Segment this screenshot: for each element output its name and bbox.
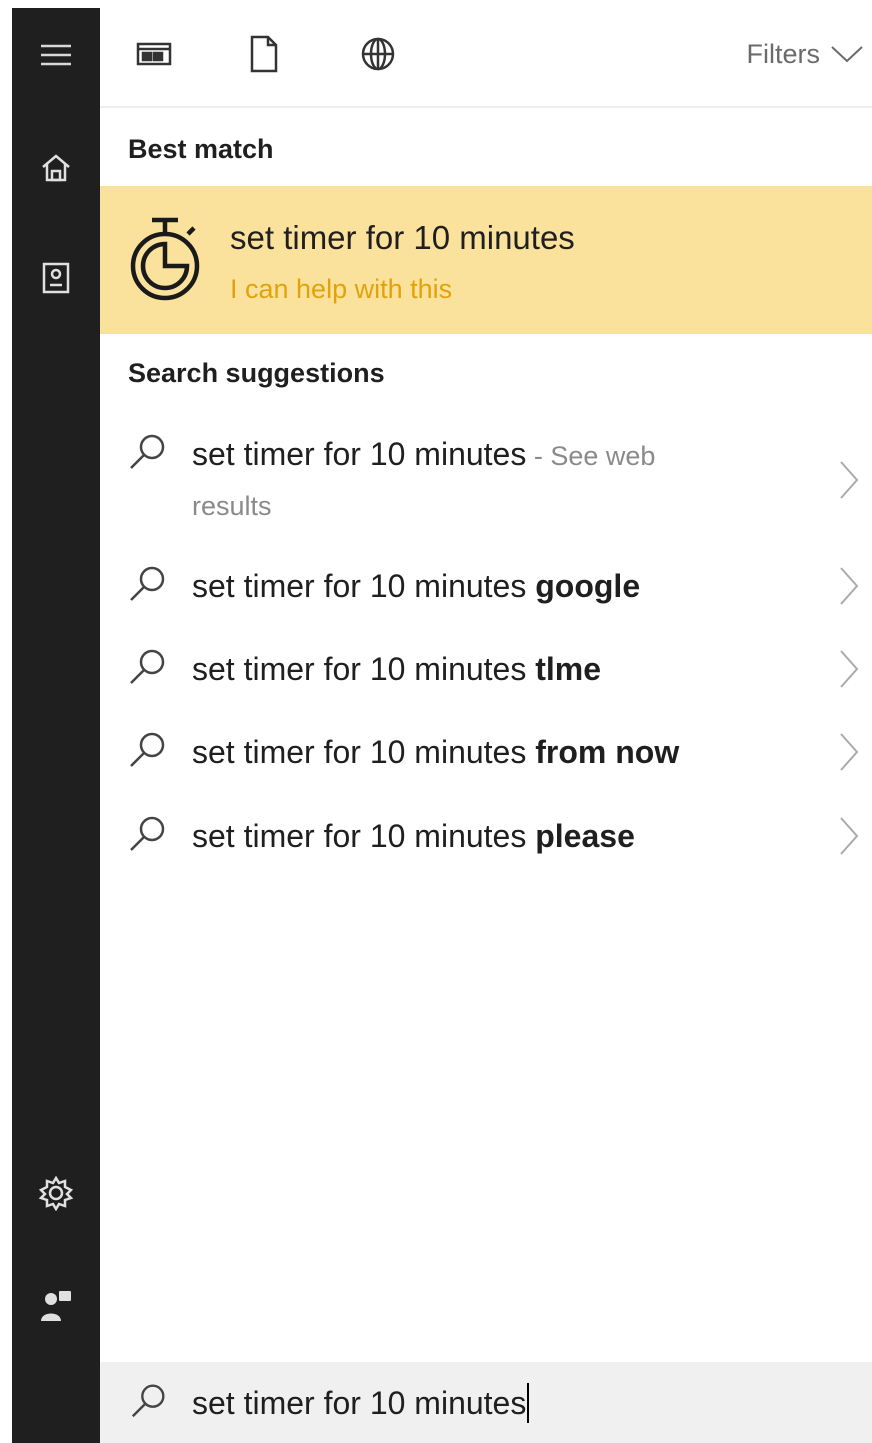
search-bar: set timer for 10 minutes xyxy=(100,1362,872,1443)
search-icon xyxy=(130,566,165,601)
chevron-down-icon xyxy=(831,46,863,63)
search-suggestions-heading: Search suggestions xyxy=(128,358,385,388)
suggestion-item[interactable]: set timer for 10 minutes google xyxy=(100,562,872,612)
gear-icon[interactable] xyxy=(12,1158,100,1228)
suggestion-item[interactable]: set timer for 10 minutes from now xyxy=(100,728,872,778)
suggestion-completion: please xyxy=(535,818,635,854)
scope-toolbar: Filters xyxy=(100,0,872,108)
search-icon xyxy=(130,816,165,851)
suggestion-item[interactable]: set timer for 10 minutes - See web resul… xyxy=(100,430,872,530)
suggestion-text: set timer for 10 minutes xyxy=(192,734,536,770)
web-globe-icon[interactable] xyxy=(350,28,406,80)
suggestion-text: set timer for 10 minutes xyxy=(192,651,536,687)
search-input[interactable]: set timer for 10 minutes xyxy=(192,1380,832,1426)
cortana-sidebar xyxy=(12,8,100,1443)
notebook-icon[interactable] xyxy=(12,243,100,313)
suggestion-item[interactable]: set timer for 10 minutes please xyxy=(100,812,872,862)
search-icon xyxy=(130,434,165,469)
suggestion-item[interactable]: set timer for 10 minutes tlme xyxy=(100,645,872,695)
search-icon xyxy=(130,649,165,684)
search-results-panel: Filters Best match set timer for 10 minu… xyxy=(100,0,872,1443)
stopwatch-icon xyxy=(130,217,200,301)
home-icon[interactable] xyxy=(12,133,100,203)
chevron-right-icon xyxy=(840,650,859,688)
feedback-icon[interactable] xyxy=(12,1270,100,1340)
text-caret xyxy=(527,1383,530,1423)
best-match-title: set timer for 10 minutes xyxy=(230,219,575,256)
chevron-right-icon xyxy=(840,567,859,605)
filters-label: Filters xyxy=(746,38,821,69)
suggestion-completion: tlme xyxy=(535,651,602,687)
suggestion-text: set timer for 10 minutes xyxy=(192,818,536,854)
best-match-subtitle: I can help with this xyxy=(230,274,453,304)
suggestion-hint: - See web xyxy=(526,441,656,471)
suggestion-text: set timer for 10 minutes xyxy=(192,436,527,472)
suggestion-text: set timer for 10 minutes xyxy=(192,568,536,604)
apps-icon[interactable] xyxy=(126,28,182,80)
suggestion-completion: from now xyxy=(535,734,680,770)
filters-dropdown[interactable]: Filters xyxy=(747,30,865,78)
best-match-result[interactable]: set timer for 10 minutes I can help with… xyxy=(100,186,872,334)
window-edge xyxy=(0,0,12,1443)
suggestion-completion: google xyxy=(535,568,641,604)
documents-icon[interactable] xyxy=(236,28,292,80)
search-icon xyxy=(131,1384,165,1418)
chevron-right-icon xyxy=(840,461,859,499)
search-icon xyxy=(130,732,165,767)
hamburger-menu-icon[interactable] xyxy=(12,20,100,90)
suggestion-hint-continued: results xyxy=(192,491,272,521)
search-input-value: set timer for 10 minutes xyxy=(192,1384,527,1421)
best-match-heading: Best match xyxy=(128,134,274,164)
chevron-right-icon xyxy=(840,817,859,855)
chevron-right-icon xyxy=(840,733,859,771)
